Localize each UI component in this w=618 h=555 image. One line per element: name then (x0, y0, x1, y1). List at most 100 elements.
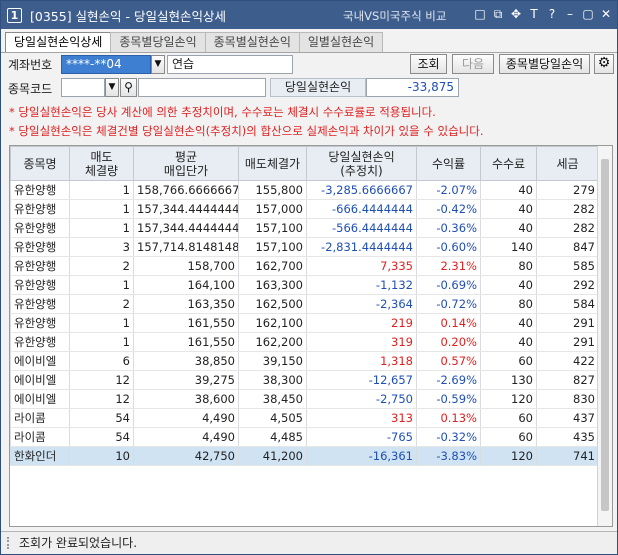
table-cell: 1 (69, 199, 134, 219)
table-cell: 1 (69, 275, 134, 295)
table-cell: 161,550 (133, 313, 239, 333)
daily-by-stock-button[interactable]: 종목별당일손익 (499, 54, 590, 74)
table-cell: 10 (69, 446, 134, 466)
table-cell: 1 (69, 332, 134, 352)
table-row[interactable]: 에이비엘 6 38,850 39,150 1,318 0.57% 60 422 (10, 351, 599, 371)
table-cell: 2 (69, 294, 134, 314)
table-cell: -765 (306, 427, 417, 447)
table-cell: 157,714.8148148 (133, 237, 239, 257)
table-cell: 유한양행 (10, 237, 70, 257)
table-cell: 162,100 (238, 313, 307, 333)
screen-icon[interactable]: □ (473, 7, 487, 21)
table-cell: 0.57% (416, 351, 481, 371)
title-bar[interactable]: 1 [0355] 실현손익 - 당일실현손익상세 국내VS미국주식 비교 □ ⧉… (1, 1, 617, 29)
table-cell: -2.07% (416, 180, 481, 200)
realized-pnl-grid: 종목명 매도 체결량 평균 매입단가 매도체결가 당일실현손익 (추정치) 수익률 수수료 세… (9, 145, 613, 527)
table-row[interactable]: 에이비엘 12 39,275 38,300 -12,657 -2.69% 130 827 (10, 370, 599, 390)
table-cell: 유한양행 (10, 332, 70, 352)
close-icon[interactable]: ✕ (599, 7, 613, 21)
table-row[interactable]: 유한양행 1 164,100 163,300 -1,132 -0.69% 40 292 (10, 275, 599, 295)
table-cell: 라이콤 (10, 408, 70, 428)
table-cell: 41,200 (238, 446, 307, 466)
tab-divider (1, 52, 617, 53)
table-row[interactable]: 한화인더 10 42,750 41,200 -16,361 -3.83% 120 741 (10, 446, 599, 466)
table-cell: 60 (480, 408, 537, 428)
account-label: 계좌번호 (8, 58, 53, 72)
tab-daily-realized[interactable]: 일별실현손익 (298, 32, 384, 52)
column-header[interactable]: 당일실현손익 (추정치) (306, 146, 417, 181)
scrollbar-thumb[interactable] (601, 159, 609, 511)
table-cell: 42,750 (133, 446, 239, 466)
table-cell: 38,300 (238, 370, 307, 390)
table-cell: 라이콤 (10, 427, 70, 447)
table-cell: 40 (480, 180, 537, 200)
table-cell: 162,500 (238, 294, 307, 314)
column-header[interactable]: 매도체결가 (238, 146, 307, 181)
table-cell: 80 (480, 294, 537, 314)
table-cell: 219 (306, 313, 417, 333)
help-icon[interactable]: ? (545, 7, 559, 21)
table-row[interactable]: 유한양행 1 161,550 162,100 219 0.14% 40 291 (10, 313, 599, 333)
stock-name-field (138, 78, 266, 97)
table-cell: 6 (69, 351, 134, 371)
table-cell: 1 (69, 180, 134, 200)
table-cell: -0.36% (416, 218, 481, 238)
table-cell: 1 (69, 313, 134, 333)
table-cell: 유한양행 (10, 218, 70, 238)
table-row[interactable]: 유한양행 1 161,550 162,200 319 0.20% 40 291 (10, 332, 599, 352)
minimize-icon[interactable]: – (563, 7, 577, 21)
stock-code-input[interactable] (61, 78, 105, 97)
tab-daily-by-stock[interactable]: 종목별당일손익 (110, 32, 206, 52)
font-icon[interactable]: T (527, 7, 541, 21)
table-row[interactable]: 유한양행 2 158,700 162,700 7,335 2.31% 80 585 (10, 256, 599, 276)
table-row[interactable]: 유한양행 1 158,766.6666667 155,800 -3,285.666666… (10, 180, 599, 200)
column-header[interactable]: 종목명 (10, 146, 70, 181)
account-dropdown-icon[interactable]: ▼ (151, 55, 165, 74)
pin-icon[interactable]: ✥ (509, 7, 523, 21)
column-header[interactable]: 매도 체결량 (69, 146, 134, 181)
table-row[interactable]: 유한양행 1 157,344.4444444 157,100 -566.4444444-… (10, 218, 599, 238)
settings-icon[interactable]: ⚙ (594, 54, 614, 74)
table-cell: 157,344.4444444 (133, 199, 239, 219)
table-cell: 4,490 (133, 427, 239, 447)
table-cell: 1 (69, 218, 134, 238)
table-row[interactable]: 유한양행 1 157,344.4444444 157,000 -666.4444444-… (10, 199, 599, 219)
table-cell: 847 (536, 237, 599, 257)
table-cell: -566.4444444 (306, 218, 417, 238)
table-cell: 0.20% (416, 332, 481, 352)
table-cell: 7,335 (306, 256, 417, 276)
table-cell: 741 (536, 446, 599, 466)
table-cell: -2.69% (416, 370, 481, 390)
table-cell: 4,485 (238, 427, 307, 447)
search-icon[interactable]: ⚲ (120, 78, 137, 97)
table-cell: 3 (69, 237, 134, 257)
inquiry-button[interactable]: 조회 (410, 54, 447, 74)
table-row[interactable]: 라이콤 54 4,490 4,485 -765 -0.32% 60 435 (10, 427, 599, 447)
tab-realized-by-stock[interactable]: 종목별실현손익 (204, 32, 300, 52)
table-cell: 54 (69, 427, 134, 447)
table-row[interactable]: 라이콤 54 4,490 4,505 313 0.13% 60 437 (10, 408, 599, 428)
table-cell: 38,450 (238, 389, 307, 409)
table-cell: 12 (69, 370, 134, 390)
stock-code-dropdown-icon[interactable]: ▼ (105, 78, 119, 97)
tab-daily-realized-detail[interactable]: 당일실현손익상세 (5, 32, 112, 53)
table-cell: 에이비엘 (10, 370, 70, 390)
table-cell: 279 (536, 180, 599, 200)
table-cell: 60 (480, 351, 537, 371)
table-row[interactable]: 유한양행 3 157,714.8148148 157,100 -2,831.444444… (10, 237, 599, 257)
compare-link[interactable]: 국내VS미국주식 비교 (343, 8, 446, 24)
next-button[interactable]: 다음 (452, 54, 494, 74)
maximize-icon[interactable]: ▢ (581, 7, 595, 21)
table-cell: -0.60% (416, 237, 481, 257)
column-header[interactable]: 세금 (536, 146, 599, 181)
column-header[interactable]: 평균 매입단가 (133, 146, 239, 181)
table-cell: 313 (306, 408, 417, 428)
column-header[interactable]: 수수료 (480, 146, 537, 181)
account-number-field[interactable]: ****-**04 (61, 55, 151, 74)
copy-window-icon[interactable]: ⧉ (491, 7, 505, 21)
table-row[interactable]: 유한양행 2 163,350 162,500 -2,364 -0.72% 80 584 (10, 294, 599, 314)
table-cell: 유한양행 (10, 256, 70, 276)
table-row[interactable]: 에이비엘 12 38,600 38,450 -2,750 -0.59% 120 830 (10, 389, 599, 409)
column-header[interactable]: 수익률 (416, 146, 481, 181)
vertical-scrollbar[interactable] (597, 146, 612, 526)
